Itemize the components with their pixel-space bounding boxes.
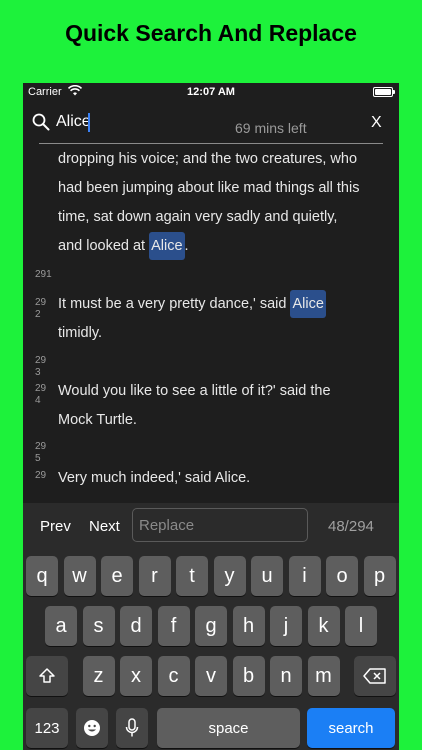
key-s[interactable]: s — [82, 606, 115, 646]
next-button[interactable]: Next — [89, 518, 120, 535]
key-y[interactable]: y — [213, 556, 246, 596]
search-match[interactable]: Alice — [149, 232, 185, 260]
key-n[interactable]: n — [270, 656, 302, 696]
keyboard: q w e r t y u i o p a s d f g h j k l z … — [23, 549, 399, 750]
key-u[interactable]: u — [251, 556, 283, 596]
text-line: timidly. — [58, 325, 103, 341]
key-g[interactable]: g — [195, 606, 227, 646]
reading-time-left: 69 mins left — [235, 120, 307, 136]
key-v[interactable]: v — [195, 656, 227, 696]
prev-button[interactable]: Prev — [40, 518, 71, 535]
backspace-key[interactable] — [354, 656, 396, 696]
line-number: 29 — [35, 441, 47, 452]
key-i[interactable]: i — [288, 556, 321, 596]
page-headline: Quick Search And Replace — [65, 20, 357, 46]
dictation-key[interactable] — [116, 708, 148, 748]
key-j[interactable]: j — [270, 606, 302, 646]
text-line: dropping his voice; and the two creature… — [58, 151, 358, 167]
microphone-icon — [125, 718, 139, 737]
line-number: 291 — [35, 269, 52, 280]
key-k[interactable]: k — [307, 606, 340, 646]
text-line: Very much indeed,' said Alice. — [58, 470, 251, 486]
line-number: 4 — [35, 395, 41, 406]
text-line: Mock Turtle. — [58, 412, 137, 428]
emoji-key[interactable] — [76, 708, 108, 748]
key-o[interactable]: o — [326, 556, 358, 596]
text-line: It must be a very pretty dance,' said Al… — [58, 290, 326, 318]
match-counter: 48/294 — [328, 518, 374, 535]
text-caret — [88, 113, 90, 132]
key-q[interactable]: q — [26, 556, 58, 596]
emoji-icon — [84, 720, 100, 736]
battery-icon — [373, 87, 395, 97]
replace-bar: Prev Next 48/294 — [23, 503, 399, 549]
key-b[interactable]: b — [232, 656, 265, 696]
close-search-button[interactable]: X — [371, 114, 382, 132]
backspace-icon — [363, 668, 386, 684]
text-line: Would you like to see a little of it?' s… — [58, 383, 331, 399]
text-line: and looked at Alice. — [58, 232, 189, 260]
space-key[interactable]: space — [157, 708, 300, 748]
key-p[interactable]: p — [363, 556, 396, 596]
search-match[interactable]: Alice — [290, 290, 326, 318]
status-bar: Carrier 12:07 AM — [23, 83, 399, 101]
line-number: 5 — [35, 453, 41, 464]
key-t[interactable]: t — [176, 556, 208, 596]
text-segment: . — [184, 238, 189, 254]
key-l[interactable]: l — [345, 606, 377, 646]
key-w[interactable]: w — [63, 556, 96, 596]
key-z[interactable]: z — [82, 656, 115, 696]
shift-icon — [39, 668, 55, 683]
key-e[interactable]: e — [101, 556, 133, 596]
line-number: 2 — [35, 309, 41, 320]
book-text: dropping his voice; and the two creature… — [23, 143, 399, 503]
key-r[interactable]: r — [138, 556, 171, 596]
key-a[interactable]: a — [45, 606, 77, 646]
phone-screen: Carrier 12:07 AM 69 mins left X dropping… — [23, 83, 399, 750]
search-bar: 69 mins left X — [23, 105, 399, 143]
line-number: 3 — [35, 367, 41, 378]
text-segment: It must be a very pretty dance,' said — [58, 296, 291, 312]
status-time: 12:07 AM — [187, 86, 235, 98]
replace-input[interactable] — [132, 508, 308, 542]
search-input[interactable] — [56, 111, 206, 133]
search-key[interactable]: search — [307, 708, 395, 748]
text-line: had been jumping about like mad things a… — [58, 180, 360, 196]
shift-key[interactable] — [26, 656, 68, 696]
key-d[interactable]: d — [120, 606, 152, 646]
numbers-key[interactable]: 123 — [26, 708, 68, 748]
line-number: 29 — [35, 470, 47, 481]
key-c[interactable]: c — [157, 656, 190, 696]
line-number: 29 — [35, 297, 47, 308]
line-number: 29 — [35, 383, 47, 394]
key-h[interactable]: h — [232, 606, 265, 646]
text-segment: and looked at — [58, 238, 150, 254]
search-icon — [32, 113, 50, 131]
text-line: time, sat down again very sadly and quie… — [58, 209, 338, 225]
key-x[interactable]: x — [120, 656, 152, 696]
key-m[interactable]: m — [307, 656, 340, 696]
key-f[interactable]: f — [157, 606, 190, 646]
line-number: 29 — [35, 355, 47, 366]
